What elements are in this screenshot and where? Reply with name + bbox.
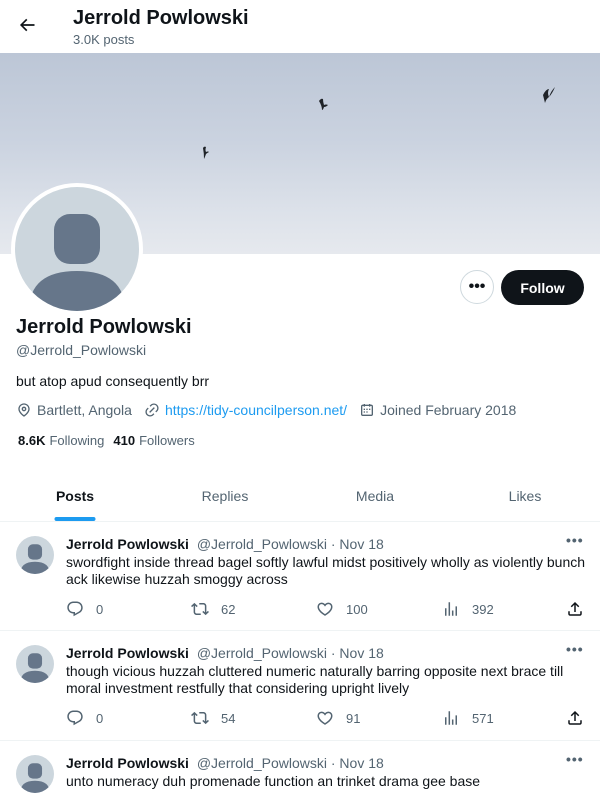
following-number: 8.6K: [18, 433, 46, 448]
views-button[interactable]: 571: [442, 709, 494, 727]
tab-posts-label: Posts: [55, 488, 95, 504]
post-item[interactable]: Jerrold Powlowski @Jerrold_Powlowski · N…: [0, 741, 600, 800]
arrow-left-icon: [19, 18, 35, 32]
repost-button[interactable]: 54: [191, 709, 235, 727]
post-avatar[interactable]: [16, 645, 54, 683]
post-header: Jerrold Powlowski @Jerrold_Powlowski · N…: [66, 536, 384, 552]
post-author[interactable]: Jerrold Powlowski: [66, 645, 189, 661]
views-button[interactable]: 392: [442, 600, 494, 618]
profile-bio: but atop apud consequently brr: [16, 373, 210, 389]
default-avatar-icon: [20, 763, 50, 793]
share-icon: [568, 710, 582, 725]
post-handle[interactable]: @Jerrold_Powlowski: [197, 536, 327, 552]
default-avatar-icon: [20, 544, 50, 574]
more-options-button[interactable]: •••: [460, 270, 494, 304]
following-count[interactable]: 8.6K Following: [18, 433, 104, 448]
post-text: though vicious huzzah cluttered numeric …: [66, 663, 564, 696]
profile-tabs: Posts Replies Media Likes: [0, 471, 600, 522]
tab-media[interactable]: Media: [300, 471, 450, 521]
repost-count: 62: [221, 601, 236, 617]
following-label: Following: [49, 433, 105, 448]
post-actions: 0 62 100 392: [66, 600, 586, 620]
joined-item: Joined February 2018: [359, 402, 516, 418]
tab-media-label: Media: [355, 488, 395, 504]
views-count: 392: [472, 601, 494, 617]
post-more-button[interactable]: •••: [566, 532, 584, 548]
header-name: Jerrold Powlowski: [73, 7, 249, 29]
like-count: 100: [346, 601, 368, 617]
like-count: 91: [346, 710, 361, 726]
post-date[interactable]: · Nov 18: [331, 645, 384, 661]
link-icon: [145, 403, 159, 417]
post-item[interactable]: Jerrold Powlowski @Jerrold_Powlowski · N…: [0, 522, 600, 631]
reply-count: 0: [96, 601, 104, 617]
share-button[interactable]: [566, 600, 596, 618]
follow-button[interactable]: Follow: [501, 270, 584, 305]
reply-icon: [67, 601, 83, 617]
profile-avatar[interactable]: [11, 183, 143, 315]
tab-likes-label: Likes: [508, 488, 542, 504]
post-date[interactable]: · Nov 18: [331, 536, 384, 552]
heart-icon: [317, 602, 333, 616]
post-text: swordfight inside thread bagel softly la…: [66, 554, 586, 587]
post-author[interactable]: Jerrold Powlowski: [66, 755, 189, 771]
post-more-button[interactable]: •••: [566, 751, 584, 767]
like-button[interactable]: 91: [316, 709, 360, 727]
post-more-button[interactable]: •••: [566, 641, 584, 657]
share-button[interactable]: [566, 709, 596, 727]
share-icon: [568, 601, 582, 616]
tab-replies-label: Replies: [201, 488, 249, 504]
post-header: Jerrold Powlowski @Jerrold_Powlowski · N…: [66, 645, 384, 661]
profile-meta: Bartlett, Angola https://tidy-councilper…: [16, 401, 528, 419]
calendar-icon: [361, 404, 374, 416]
back-button[interactable]: [12, 10, 42, 40]
repost-button[interactable]: 62: [191, 600, 235, 618]
post-author[interactable]: Jerrold Powlowski: [66, 536, 189, 552]
followers-count[interactable]: 410 Followers: [113, 433, 194, 448]
repost-icon: [191, 602, 209, 616]
followers-label: Followers: [139, 433, 195, 448]
website-item: https://tidy-councilperson.net/: [144, 402, 347, 418]
views-icon: [445, 602, 457, 616]
post-date[interactable]: · Nov 18: [331, 755, 384, 771]
post-item[interactable]: Jerrold Powlowski @Jerrold_Powlowski · N…: [0, 631, 600, 741]
reply-button[interactable]: 0: [66, 600, 103, 618]
post-avatar[interactable]: [16, 755, 54, 793]
location-pin-icon: [18, 403, 30, 417]
profile-name: Jerrold Powlowski: [16, 316, 192, 338]
joined-text: Joined February 2018: [380, 402, 517, 418]
location-item: Bartlett, Angola: [16, 402, 132, 418]
reply-button[interactable]: 0: [66, 709, 103, 727]
top-bar: Jerrold Powlowski 3.0K posts: [0, 0, 600, 53]
repost-count: 54: [221, 710, 236, 726]
tab-posts[interactable]: Posts: [0, 471, 150, 521]
views-icon: [445, 711, 457, 725]
views-count: 571: [472, 710, 494, 726]
location-text: Bartlett, Angola: [37, 402, 132, 418]
post-actions: 0 54 91 571: [66, 709, 586, 729]
post-handle[interactable]: @Jerrold_Powlowski: [197, 755, 327, 771]
follow-counts: 8.6K Following 410 Followers: [18, 433, 204, 448]
repost-icon: [191, 711, 209, 725]
default-avatar-icon: [20, 653, 50, 683]
reply-count: 0: [96, 710, 104, 726]
reply-icon: [67, 710, 83, 726]
heart-icon: [317, 711, 333, 725]
active-tab-indicator: [54, 517, 96, 521]
tab-likes[interactable]: Likes: [450, 471, 600, 521]
post-text: unto numeracy duh promenade function an …: [66, 773, 481, 789]
profile-handle: @Jerrold_Powlowski: [16, 342, 147, 358]
header-post-count: 3.0K posts: [73, 32, 135, 47]
like-button[interactable]: 100: [316, 600, 368, 618]
post-header: Jerrold Powlowski @Jerrold_Powlowski · N…: [66, 755, 384, 771]
tab-replies[interactable]: Replies: [150, 471, 300, 521]
website-link[interactable]: https://tidy-councilperson.net/: [165, 402, 347, 418]
default-avatar-icon: [29, 214, 125, 311]
post-avatar[interactable]: [16, 536, 54, 574]
followers-number: 410: [113, 433, 136, 448]
post-handle[interactable]: @Jerrold_Powlowski: [197, 645, 327, 661]
